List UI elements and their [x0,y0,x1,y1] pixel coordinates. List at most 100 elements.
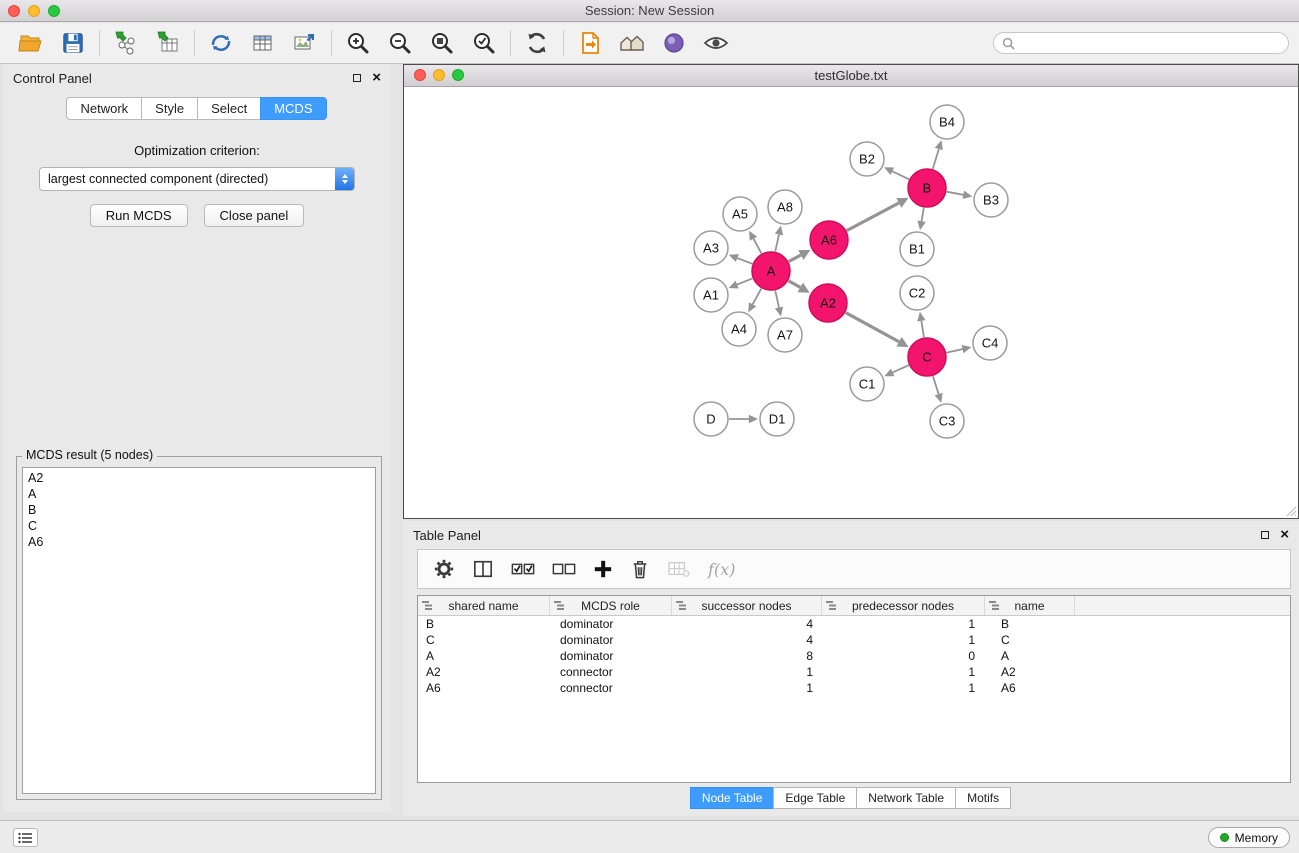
tab-node-table[interactable]: Node Table [690,787,775,809]
style-brush-button[interactable] [653,26,695,60]
dropdown-stepper-icon[interactable] [335,168,354,190]
zoom-selected-button[interactable] [463,26,505,60]
network-node-B1[interactable]: B1 [900,232,934,266]
network-canvas[interactable]: B4 B2 B B3 A5 A8A6 A3 B1 A A1 C2 A2 A4 A7 C4 C C1 D D1 C3 [404,87,1298,518]
network-node-C4[interactable]: C4 [973,326,1007,360]
close-window-button[interactable] [8,5,20,17]
network-node-C1[interactable]: C1 [850,367,884,401]
zoom-window-button[interactable] [48,5,60,17]
mcds-result-item[interactable]: A6 [28,534,370,550]
export-image-button[interactable] [284,26,326,60]
home-button[interactable] [611,26,653,60]
close-panel-icon[interactable]: × [372,72,381,83]
network-edge-A-A6[interactable] [789,255,801,262]
table-settings-button[interactable] [433,558,455,580]
task-history-button[interactable] [13,828,38,847]
mcds-result-item[interactable]: A2 [28,470,370,486]
optimization-criterion-dropdown[interactable]: largest connected component (directed) [39,167,355,191]
network-edge-A-A3[interactable] [737,258,752,264]
network-node-A3[interactable]: A3 [694,231,728,265]
network-edge-C-C2[interactable] [921,321,924,337]
float-panel-icon[interactable] [353,74,361,82]
import-network-button[interactable] [105,26,147,60]
table-row[interactable]: Adominator80A [418,648,1290,664]
tab-network[interactable]: Network [66,97,142,120]
mcds-result-list[interactable]: A2ABCA6 [22,467,376,794]
mcds-result-item[interactable]: C [28,518,370,534]
network-tools-button[interactable] [200,26,242,60]
table-row[interactable]: Bdominator41B [418,616,1290,632]
zoom-network-window-button[interactable] [452,69,464,81]
zoom-out-button[interactable] [379,26,421,60]
network-node-B4[interactable]: B4 [930,105,964,139]
zoom-fit-button[interactable] [421,26,463,60]
network-node-B[interactable]: B [908,169,946,207]
mcds-result-item[interactable]: B [28,502,370,518]
select-all-rows-button[interactable] [511,560,535,578]
network-edge-A2-C[interactable] [846,313,899,342]
network-edge-A6-B[interactable] [847,203,899,231]
tab-select[interactable]: Select [197,97,261,120]
network-edge-A-A2[interactable] [788,281,800,288]
deselect-all-rows-button[interactable] [552,560,576,578]
network-node-D1[interactable]: D1 [760,402,794,436]
network-edge-A-A7[interactable] [775,291,779,308]
network-node-A5[interactable]: A5 [723,197,757,231]
network-node-C3[interactable]: C3 [930,404,964,438]
network-node-C[interactable]: C [908,338,946,376]
tab-style[interactable]: Style [141,97,198,120]
column-header-mcds-role[interactable]: MCDS role [550,596,672,615]
column-header-name[interactable]: name [985,596,1075,615]
network-edge-C-C4[interactable] [947,349,963,353]
network-edge-C-C1[interactable] [893,365,909,372]
network-node-D[interactable]: D [694,402,728,436]
network-graph[interactable]: B4 B2 B B3 A5 A8A6 A3 B1 A A1 C2 A2 A4 A7 C4 C C1 D D1 C3 [404,87,1298,518]
zoom-in-button[interactable] [337,26,379,60]
network-edge-A-A5[interactable] [753,239,761,254]
column-header-shared-name[interactable]: shared name [418,596,550,615]
network-edge-B-B3[interactable] [947,192,964,195]
tab-edge-table[interactable]: Edge Table [773,787,857,809]
network-node-A6[interactable]: A6 [810,221,848,259]
resize-grip-icon[interactable] [1284,504,1297,517]
network-node-B2[interactable]: B2 [850,142,884,176]
search-input[interactable] [1020,35,1280,51]
add-column-button[interactable] [593,559,613,579]
mcds-result-item[interactable]: A [28,486,370,502]
network-node-A4[interactable]: A4 [722,312,756,346]
close-network-window-button[interactable] [414,69,426,81]
select-columns-button[interactable] [472,559,494,579]
network-edge-A-A1[interactable] [737,278,752,284]
network-edge-A-A8[interactable] [775,235,779,252]
memory-button[interactable]: Memory [1208,827,1290,848]
tab-motifs[interactable]: Motifs [955,787,1011,809]
network-node-C2[interactable]: C2 [900,276,934,310]
delete-column-button[interactable] [630,558,650,580]
table-row[interactable]: Cdominator41C [418,632,1290,648]
network-edge-B-B1[interactable] [922,208,924,221]
tab-mcds[interactable]: MCDS [260,97,326,120]
network-node-A1[interactable]: A1 [694,278,728,312]
minimize-network-window-button[interactable] [433,69,445,81]
table-row[interactable]: A2connector11A2 [418,664,1290,680]
network-edge-B-B4[interactable] [933,149,939,169]
show-hide-button[interactable] [695,26,737,60]
float-table-panel-icon[interactable] [1261,531,1269,539]
network-node-A8[interactable]: A8 [768,190,802,224]
import-table-button[interactable] [147,26,189,60]
open-session-button[interactable] [10,26,52,60]
table-row[interactable]: A6connector11A6 [418,680,1290,696]
column-header-successor-nodes[interactable]: successor nodes [672,596,822,615]
close-panel-button[interactable]: Close panel [204,204,305,227]
minimize-window-button[interactable] [28,5,40,17]
network-node-A7[interactable]: A7 [768,318,802,352]
table-tools-button[interactable] [242,26,284,60]
run-mcds-button[interactable]: Run MCDS [90,204,188,227]
open-document-button[interactable] [569,26,611,60]
network-node-B3[interactable]: B3 [974,183,1008,217]
network-node-A2[interactable]: A2 [809,284,847,322]
apply-layout-button[interactable] [516,26,558,60]
network-edge-A-A4[interactable] [753,289,762,305]
save-session-button[interactable] [52,26,94,60]
network-node-A[interactable]: A [752,252,790,290]
